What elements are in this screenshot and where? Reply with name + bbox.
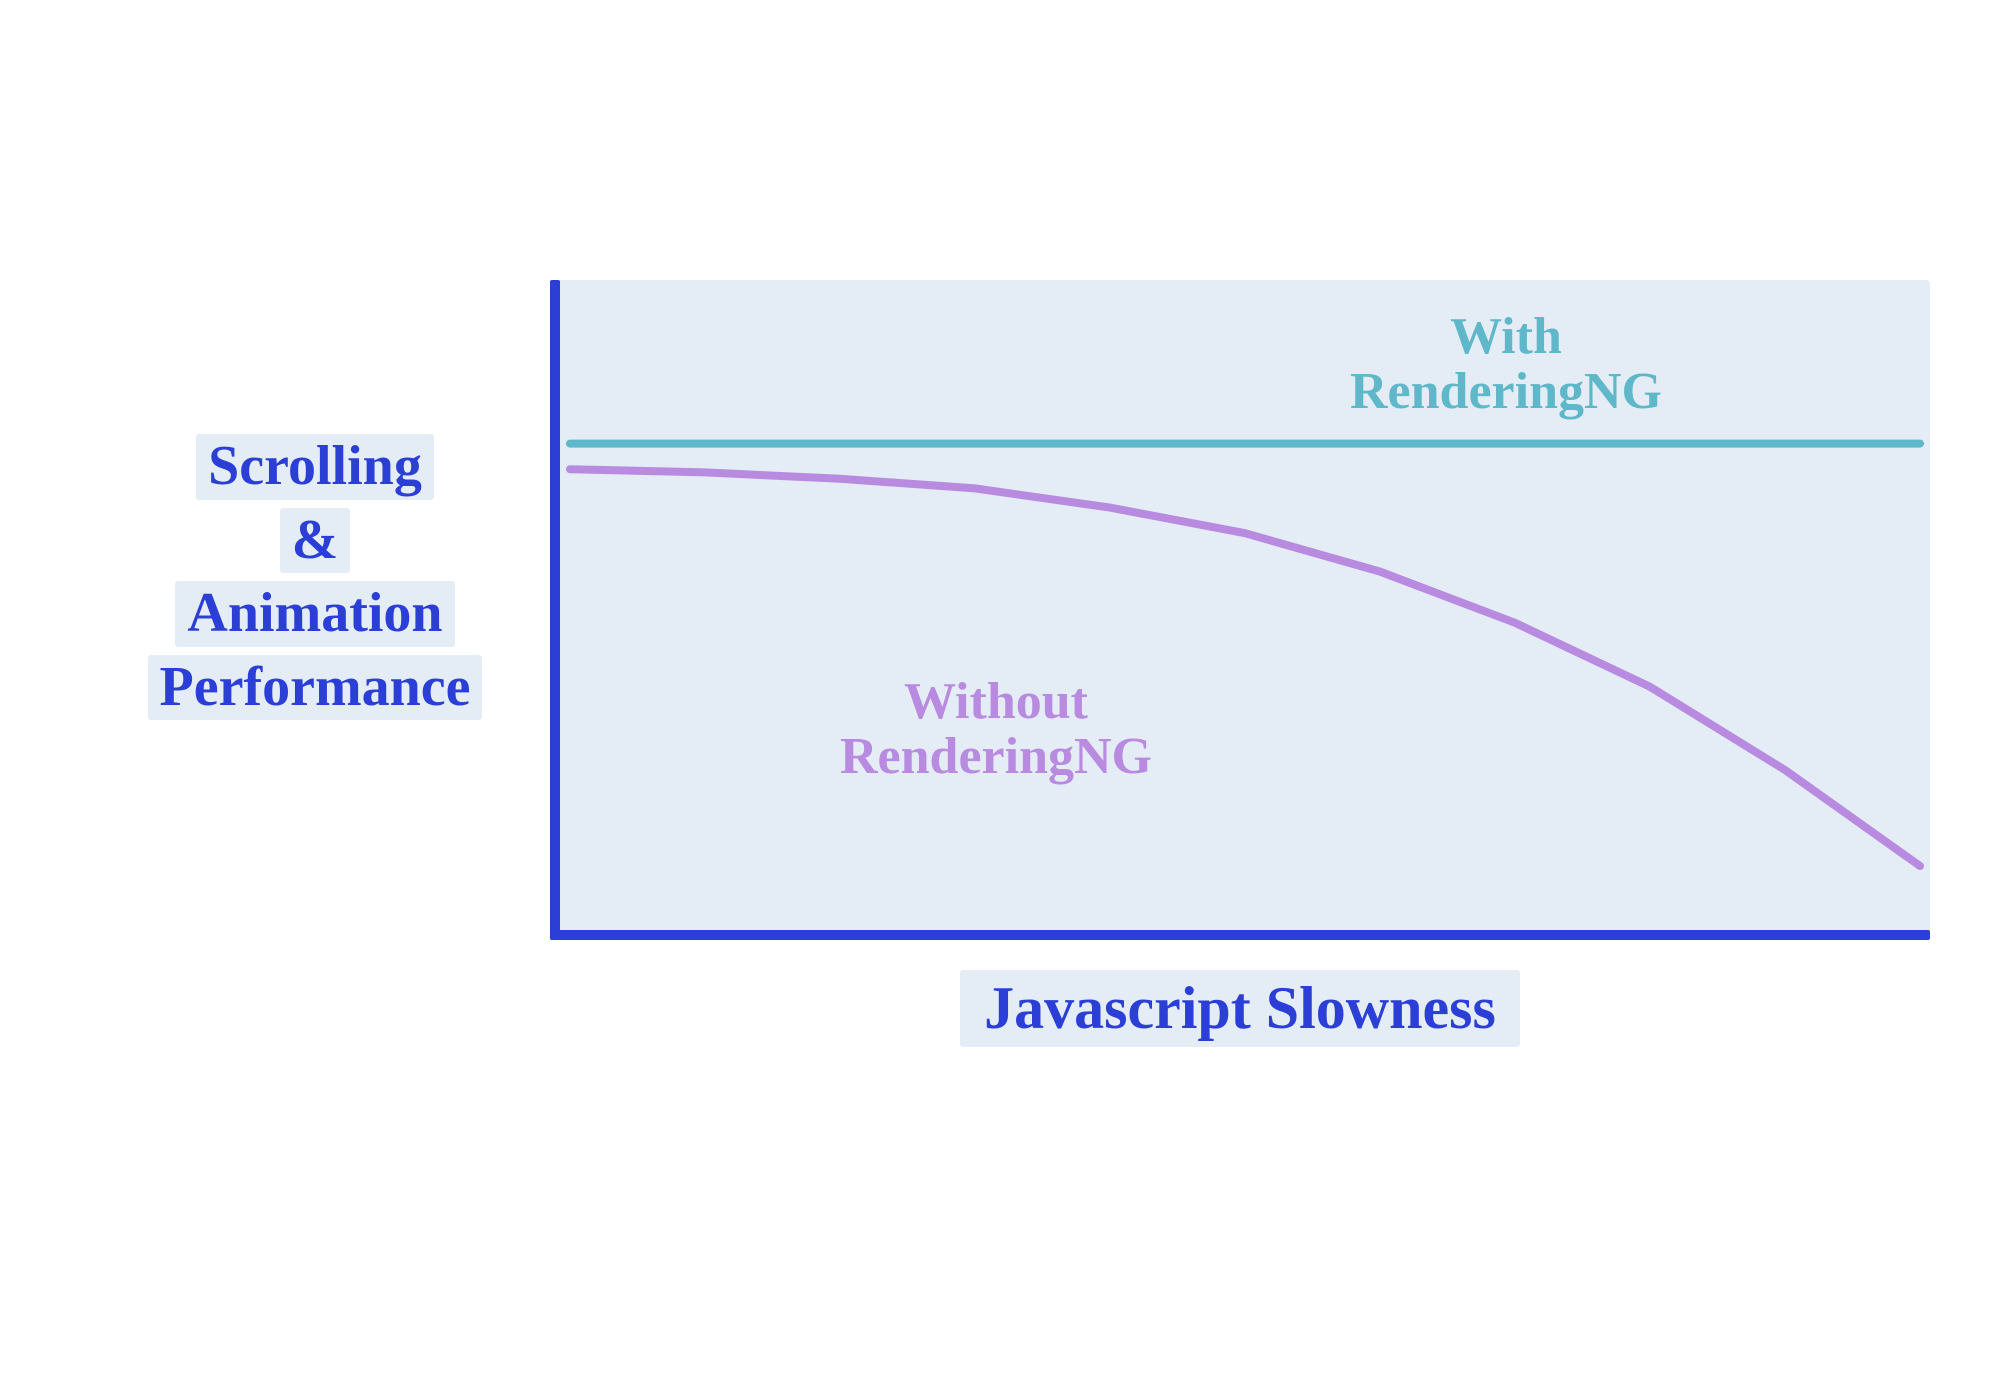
series-label-without-renderingng: Without RenderingNG [840, 675, 1152, 784]
series-label-with-renderingng: With RenderingNG [1350, 310, 1662, 419]
x-axis [550, 930, 1930, 940]
y-axis-label-line: Animation [175, 581, 454, 647]
y-axis-label: Scrolling & Animation Performance [100, 430, 530, 724]
performance-chart: Scrolling & Animation Performance Javasc… [100, 280, 1900, 1060]
y-axis-label-line: Performance [148, 655, 483, 721]
y-axis-label-line: Scrolling [196, 434, 434, 500]
y-axis-label-line: & [280, 508, 351, 574]
chart-lines [550, 280, 1930, 940]
x-axis-label-text: Javascript Slowness [960, 970, 1520, 1047]
x-axis-label: Javascript Slowness [550, 970, 1930, 1047]
y-axis [550, 280, 560, 940]
series-line-without-renderingng [570, 469, 1920, 866]
